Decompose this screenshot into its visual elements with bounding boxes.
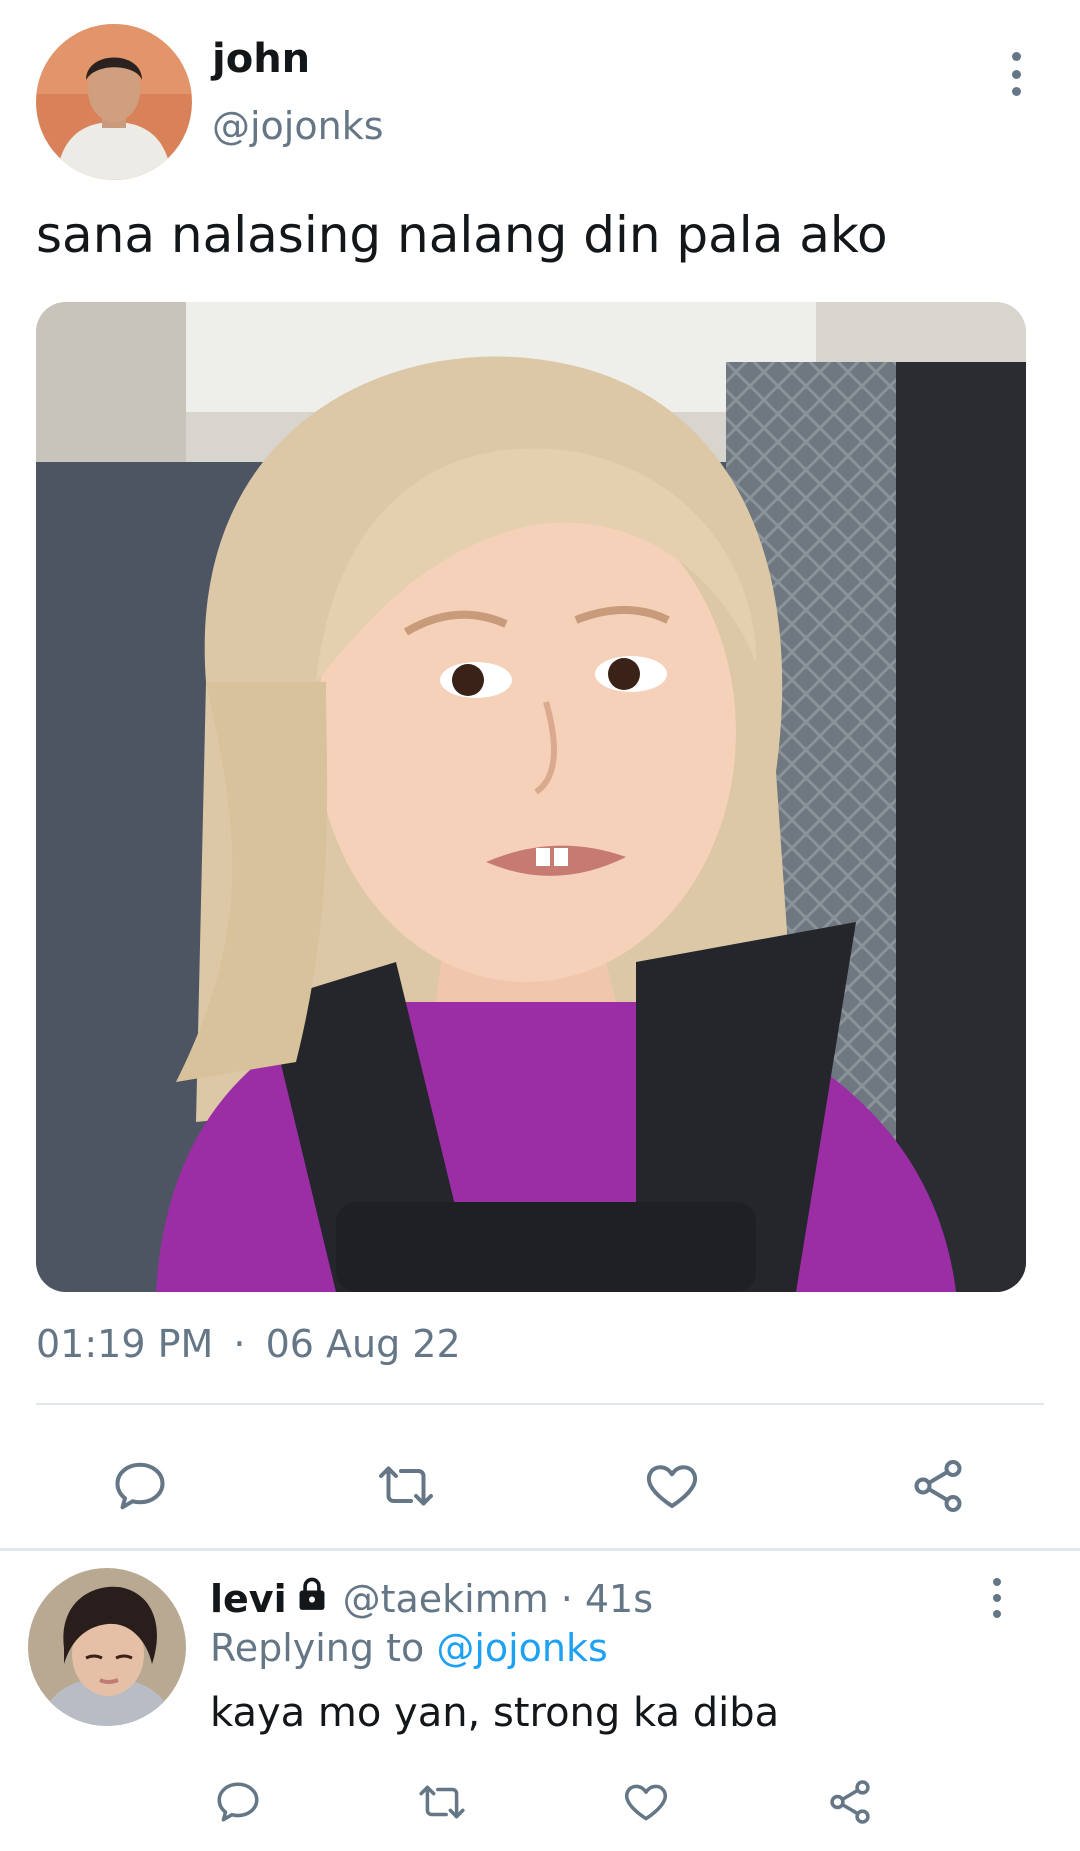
share-icon [830,1780,870,1824]
more-options-icon[interactable] [1008,52,1024,96]
retweet-icon [379,1466,433,1506]
reply-more-options-icon[interactable] [990,1578,1004,1618]
tweet-photo[interactable] [36,302,1026,1292]
divider [36,1403,1044,1405]
divider [0,1548,1080,1551]
author-avatar[interactable] [36,24,192,180]
replying-to-label: Replying to [210,1626,437,1670]
reply-like-button[interactable] [614,1770,678,1834]
tweet-date: 06 Aug 22 [265,1322,461,1366]
author-name[interactable]: john [212,36,310,82]
reply-header: levi @taekimm · 41s [210,1576,653,1621]
timestamp-separator: · [233,1322,246,1366]
tweet-timestamp: 01:19 PM · 06 Aug 22 [36,1322,461,1366]
reply-author-avatar[interactable] [28,1568,186,1726]
reply-share-button[interactable] [818,1770,882,1834]
share-icon [914,1460,962,1512]
reply-author-handle[interactable]: @taekimm [343,1577,549,1621]
share-button[interactable] [898,1446,978,1526]
lock-icon [295,1576,329,1621]
reply-retweet-button[interactable] [410,1770,474,1834]
reply-button[interactable] [100,1446,180,1526]
like-button[interactable] [632,1446,712,1526]
like-icon [646,1465,698,1508]
reply-reply-button[interactable] [206,1770,270,1834]
tweet-time: 01:19 PM [36,1322,214,1366]
tweet-text: sana nalasing nalang din pala ako [36,206,888,264]
replying-to-handle[interactable]: @jojonks [436,1626,608,1670]
reply-age: 41s [584,1576,654,1621]
reply-separator: · [560,1576,573,1621]
replying-to: Replying to @jojonks [210,1626,608,1670]
reply-icon [115,1462,165,1510]
retweet-button[interactable] [366,1446,446,1526]
reply-author-name[interactable]: levi [210,1577,287,1621]
reply-icon [217,1782,259,1822]
reply-text: kaya mo yan, strong ka diba [210,1690,780,1736]
author-handle[interactable]: @jojonks [212,104,384,148]
retweet-icon [419,1785,465,1819]
like-icon [625,1784,667,1821]
